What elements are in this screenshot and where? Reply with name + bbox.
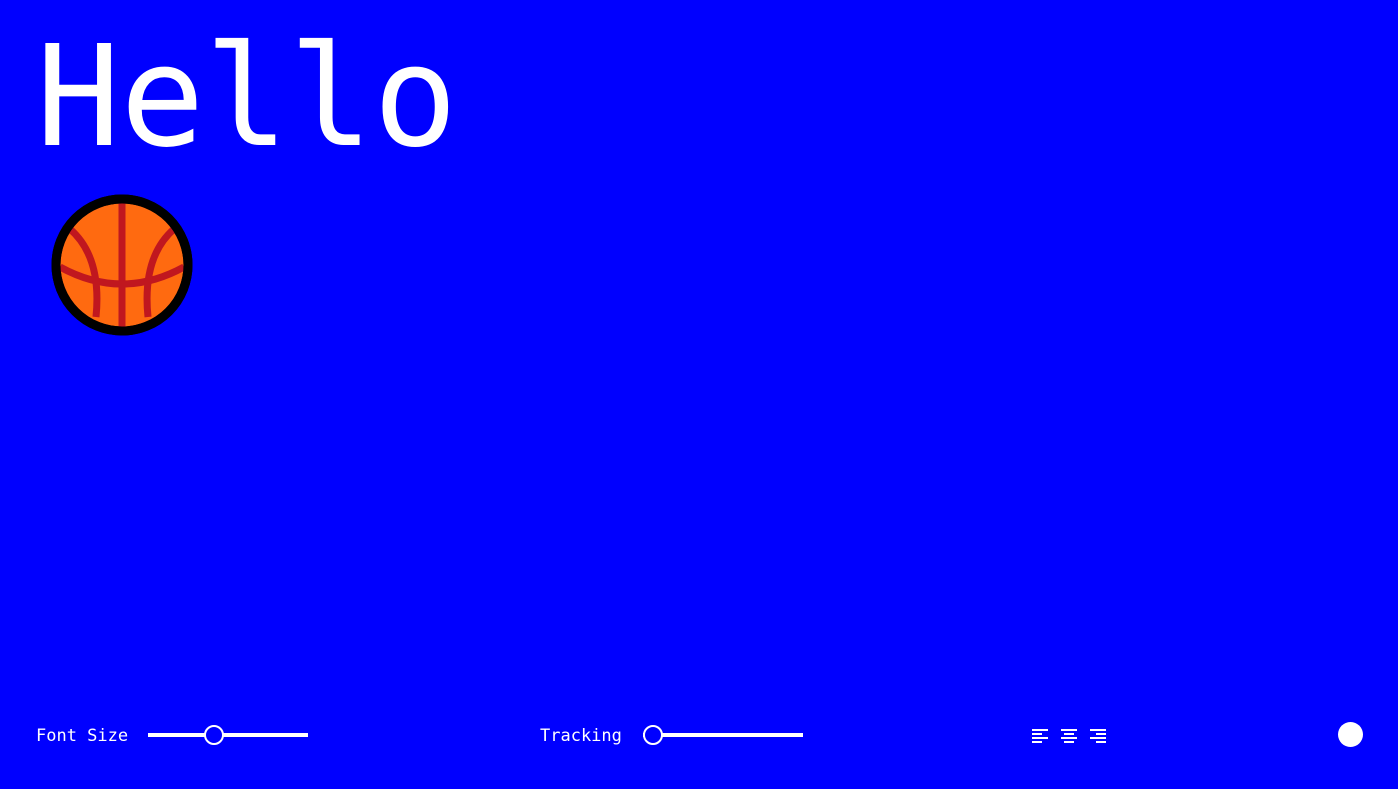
font-size-slider[interactable] [148,725,308,745]
align-right-icon[interactable] [1090,728,1106,744]
font-size-slider-track[interactable] [148,733,308,737]
align-left-icon[interactable] [1032,728,1048,744]
tracking-slider[interactable] [642,725,803,745]
preview-text[interactable]: Hello [36,18,457,178]
tracking-slider-thumb[interactable] [642,725,663,745]
tracking-label: Tracking [540,726,622,746]
bottom-toolbar: Font Size Tracking [0,716,1398,756]
tracking-slider-track[interactable] [643,733,803,737]
color-picker-button[interactable] [1338,722,1363,747]
font-size-slider-thumb[interactable] [203,725,224,745]
align-center-icon[interactable] [1061,728,1077,744]
basketball-icon [50,193,194,337]
font-size-label: Font Size [36,726,129,746]
alignment-group [1032,728,1106,744]
preview-area[interactable]: Hello [36,18,1356,348]
